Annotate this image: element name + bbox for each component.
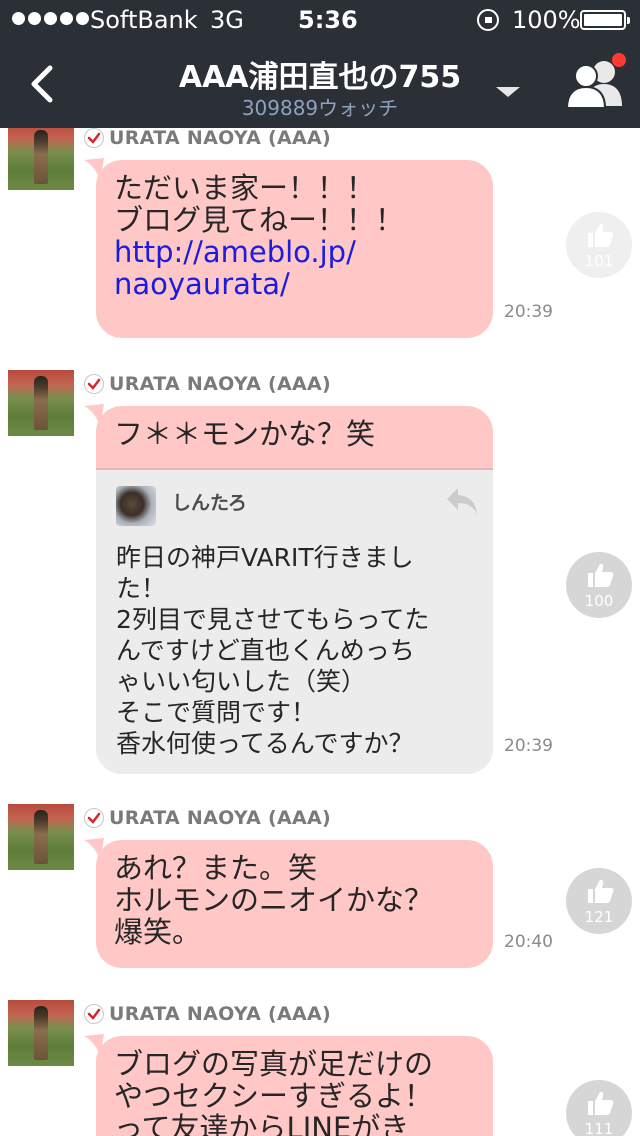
author-row: URATA NAOYA (AAA) [84,128,331,150]
reply-arrow-icon [447,488,477,514]
battery-icon [580,10,630,30]
like-count: 111 [584,1120,614,1136]
author-name: URATA NAOYA (AAA) [109,1003,332,1025]
avatar[interactable] [8,804,74,870]
message-feed[interactable]: URATA NAOYA (AAA) ただいま家ー！！！ ブログ見てねー！！！ h… [0,128,640,1136]
thumbs-up-icon [588,223,614,247]
message-text: ブログの写真が足だけの やつセクシーすぎるよ！ って友達からLINEがき [114,1047,434,1136]
message-text: フ＊＊モンかな？笑 [114,417,376,451]
like-button[interactable]: 111 [566,1080,632,1136]
avatar[interactable] [8,128,74,190]
message-bubble[interactable]: フ＊＊モンかな？笑 しんたろ 昨日の神戸VARIT行きまし た！ 2列目で見させ… [96,406,493,774]
thumbs-up-icon [588,1091,614,1115]
author-row: URATA NAOYA (AAA) [84,1002,331,1026]
author-row: URATA NAOYA (AAA) [84,806,331,830]
verified-check-icon [84,374,104,394]
message-bubble[interactable]: ブログの写真が足だけの やつセクシーすぎるよ！ って友達からLINEがき [96,1036,493,1136]
notification-badge [612,53,626,67]
carrier-label: SoftBank [90,6,198,34]
message-text: あれ？また。笑 ホルモンのニオイかな？ 爆笑。 [114,851,434,949]
like-button[interactable]: 121 [566,868,632,934]
like-count: 100 [584,592,614,610]
questioner-name: しんたろ [172,492,247,514]
author-name: URATA NAOYA (AAA) [109,373,332,395]
signal-strength-icon [12,12,89,25]
like-button[interactable]: 101 [566,212,632,278]
battery-percentage: 100% [512,6,581,34]
clock: 5:36 [298,6,358,34]
verified-check-icon [84,1004,104,1024]
message-text: ただいま家ー！！！ ブログ見てねー！！！ [114,171,405,237]
like-count: 121 [584,908,614,926]
message-bubble[interactable]: ただいま家ー！！！ ブログ見てねー！！！ http://ameblo.jp/ n… [96,160,493,338]
timestamp: 20:39 [504,736,553,756]
like-button[interactable]: 100 [566,552,632,618]
avatar[interactable] [8,1000,74,1066]
rotation-lock-icon [477,9,499,31]
quoted-question[interactable]: しんたろ 昨日の神戸VARIT行きまし た！ 2列目で見させてもらってた んです… [96,468,493,774]
thumbs-up-icon [588,879,614,903]
thumbs-up-icon [588,563,614,587]
timestamp: 20:40 [504,932,553,952]
page-title: AAA浦田直也の755 [178,60,462,95]
author-name: URATA NAOYA (AAA) [109,128,332,149]
author-row: URATA NAOYA (AAA) [84,372,331,396]
message-bubble[interactable]: あれ？また。笑 ホルモンのニオイかな？ 爆笑。 [96,840,493,968]
avatar[interactable] [8,370,74,436]
chevron-down-icon[interactable] [494,84,522,100]
verified-check-icon [84,128,104,148]
navigation-bar: AAA浦田直也の755 309889ウォッチ [0,40,640,128]
questioner-avatar [116,486,156,526]
verified-check-icon [84,808,104,828]
timestamp: 20:39 [504,302,553,322]
question-text: 昨日の神戸VARIT行きまし た！ 2列目で見させてもらってた んですけど直也く… [116,543,430,758]
like-count: 101 [584,252,614,270]
watch-count: 309889ウォッチ [241,96,399,120]
message-link[interactable]: http://ameblo.jp/ naoyaurata/ [114,235,356,301]
network-type-label: 3G [210,6,244,34]
author-name: URATA NAOYA (AAA) [109,807,332,829]
status-bar: SoftBank 3G 5:36 100% [0,0,640,40]
